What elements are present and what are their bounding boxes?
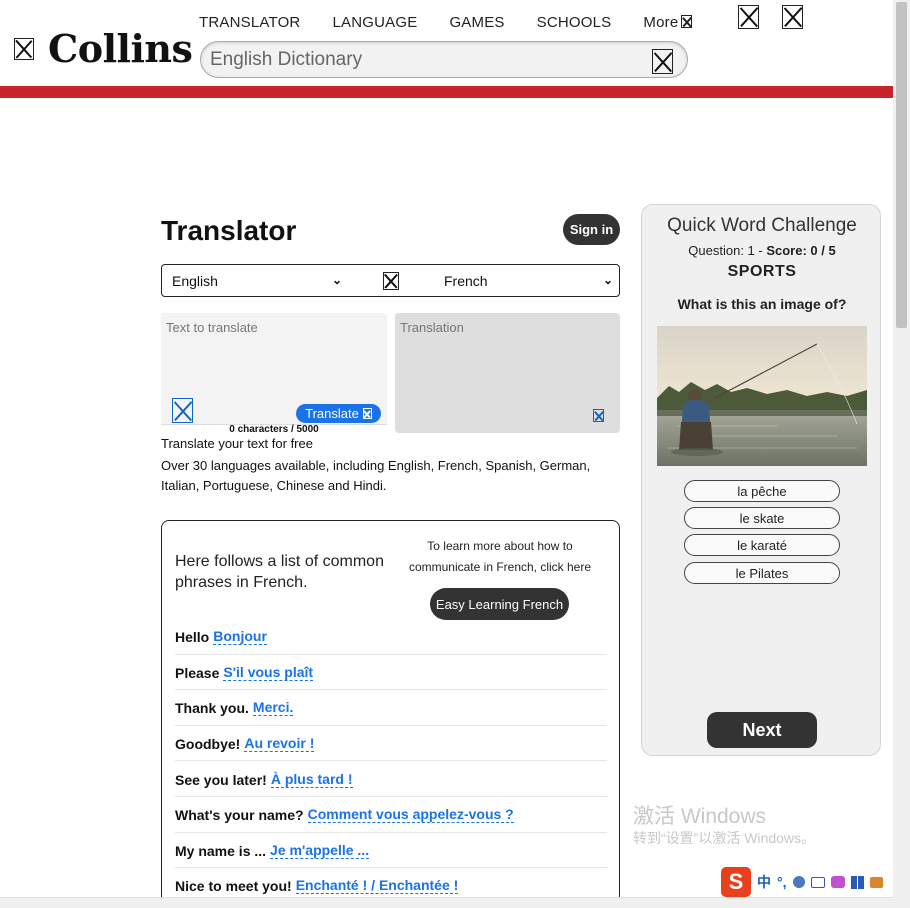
phrase-french-link[interactable]: Merci.: [252, 700, 294, 717]
phrases-intro: Here follows a list of common phrases in…: [175, 553, 384, 591]
quiz-score: Score: 0 / 5: [766, 243, 836, 258]
collins-logo[interactable]: Collins: [14, 26, 193, 71]
phrase-list: Hello Bonjour Please S'il vous plaît Thank…: [175, 619, 607, 904]
logo-icon: [14, 37, 34, 60]
scrollbar-thumb[interactable]: [896, 2, 907, 328]
easy-learning-french-button[interactable]: Easy Learning French: [430, 588, 569, 620]
phrase-french-link[interactable]: Bonjour: [213, 629, 267, 646]
quiz-option[interactable]: le skate: [684, 507, 840, 529]
source-language-select[interactable]: English: [172, 273, 218, 289]
quiz-prompt: What is this an image of?: [677, 296, 847, 312]
chevron-down-icon[interactable]: ⌄: [332, 273, 342, 287]
phrase-french-link[interactable]: Comment vous appelez-vous ?: [307, 807, 514, 824]
phrase-english: Goodbye!: [175, 736, 241, 753]
character-count: 0 characters / 5000: [161, 424, 387, 435]
search-input[interactable]: [210, 49, 630, 71]
quick-word-challenge: Quick Word Challenge Question: 1 - Score…: [641, 204, 881, 756]
quiz-title: Quick Word Challenge: [667, 215, 857, 236]
phrase-row: What's your name? Comment vous appelez-vo…: [175, 797, 607, 833]
common-phrases-panel: Here follows a list of common phrases in…: [161, 520, 620, 908]
free-text: Translate your text for free: [161, 436, 313, 451]
microphone-icon[interactable]: [792, 876, 805, 888]
phrase-english: Please: [175, 664, 220, 681]
main-nav: TRANSLATOR LANGUAGE GAMES SCHOOLS More: [199, 14, 693, 31]
nav-translator[interactable]: TRANSLATOR: [199, 14, 300, 31]
chevron-down-icon: [681, 15, 693, 28]
languages-text: Over 30 languages available, including E…: [161, 458, 591, 493]
quiz-option[interactable]: le Pilates: [684, 562, 840, 584]
phrase-row: Thank you. Merci.: [175, 690, 607, 726]
keyboard-icon[interactable]: [810, 876, 825, 888]
quiz-progress: Question: 1 - Score: 0 / 5: [642, 243, 882, 258]
source-placeholder: Text to translate: [166, 320, 258, 335]
learn-more-text[interactable]: To learn more about how to communicate i…: [400, 536, 600, 578]
target-language-select[interactable]: French: [444, 273, 488, 289]
activate-windows-subtitle: 转到“设置”以激活 Windows。: [633, 830, 816, 846]
nav-language[interactable]: LANGUAGE: [332, 14, 417, 31]
copy-icon[interactable]: [593, 409, 604, 422]
quiz-separator: -: [754, 243, 767, 258]
phrase-english: Thank you.: [175, 700, 249, 717]
ime-punctuation-toggle[interactable]: °,: [777, 874, 787, 890]
language-selector: English ⌄ French ⌄: [161, 264, 620, 297]
search-bar: [200, 41, 688, 78]
translate-button-label: Translate: [305, 406, 359, 421]
phrase-row: See you later! À plus tard !: [175, 761, 607, 797]
menu-icon[interactable]: [782, 5, 803, 29]
swap-languages-icon[interactable]: [383, 272, 399, 290]
quiz-option[interactable]: le karaté: [684, 534, 840, 556]
site-header: Collins TRANSLATOR LANGUAGE GAMES SCHOOL…: [0, 0, 893, 98]
phrase-row: My name is ... Je m'appelle ...: [175, 833, 607, 869]
phrase-row: Please S'il vous plaît: [175, 655, 607, 691]
phrase-row: Goodbye! Au revoir !: [175, 726, 607, 762]
toolbox-icon[interactable]: [850, 875, 864, 889]
translation-placeholder: Translation: [400, 320, 464, 335]
page-title: Translator: [161, 215, 297, 246]
account-icon[interactable]: [738, 5, 759, 29]
next-button[interactable]: Next: [707, 712, 817, 748]
phrase-english: My name is ...: [175, 842, 267, 859]
translate-button[interactable]: Translate: [296, 404, 381, 423]
nav-more[interactable]: More: [643, 14, 693, 31]
system-tray: S 中 °,: [718, 866, 910, 898]
nav-more-label: More: [643, 14, 679, 31]
tray-extra-icon[interactable]: [869, 876, 883, 888]
question-number: Question: 1: [688, 243, 755, 258]
brand-bar: [0, 86, 893, 98]
phrase-french-link[interactable]: À plus tard !: [270, 771, 353, 788]
microphone-icon[interactable]: [172, 398, 193, 423]
nav-schools[interactable]: SCHOOLS: [537, 14, 612, 31]
phrase-english: What's your name?: [175, 807, 304, 824]
quiz-image: [657, 326, 867, 466]
nav-games[interactable]: GAMES: [449, 14, 504, 31]
search-icon[interactable]: [652, 49, 673, 74]
phrase-french-link[interactable]: Je m'appelle ...: [270, 842, 370, 859]
phrase-english: See you later!: [175, 771, 267, 788]
taskbar-strip: [0, 897, 893, 908]
phrase-english: Hello: [175, 629, 210, 646]
chevron-down-icon[interactable]: ⌄: [603, 273, 613, 287]
activate-windows-title: 激活 Windows: [633, 805, 767, 828]
arrow-right-icon: [362, 408, 372, 419]
source-text-area[interactable]: Text to translate Translate 0 characters…: [161, 313, 387, 435]
phrase-french-link[interactable]: Enchanté ! / Enchantée !: [295, 878, 459, 895]
fishing-photo: [657, 326, 867, 466]
quiz-category: SPORTS: [727, 263, 797, 280]
quiz-option[interactable]: la pêche: [684, 480, 840, 502]
sign-in-button[interactable]: Sign in: [563, 214, 620, 245]
page-scrollbar[interactable]: [893, 0, 910, 908]
logo-text: Collins: [48, 26, 193, 71]
translation-output: Translation: [395, 313, 620, 433]
skin-icon[interactable]: [830, 876, 845, 888]
phrase-english: Nice to meet you!: [175, 878, 292, 895]
ime-logo-icon[interactable]: S: [721, 867, 751, 897]
ime-language-toggle[interactable]: 中: [757, 872, 771, 892]
phrase-french-link[interactable]: S'il vous plaît: [223, 664, 314, 681]
phrase-row: Hello Bonjour: [175, 619, 607, 655]
phrase-french-link[interactable]: Au revoir !: [244, 736, 315, 753]
